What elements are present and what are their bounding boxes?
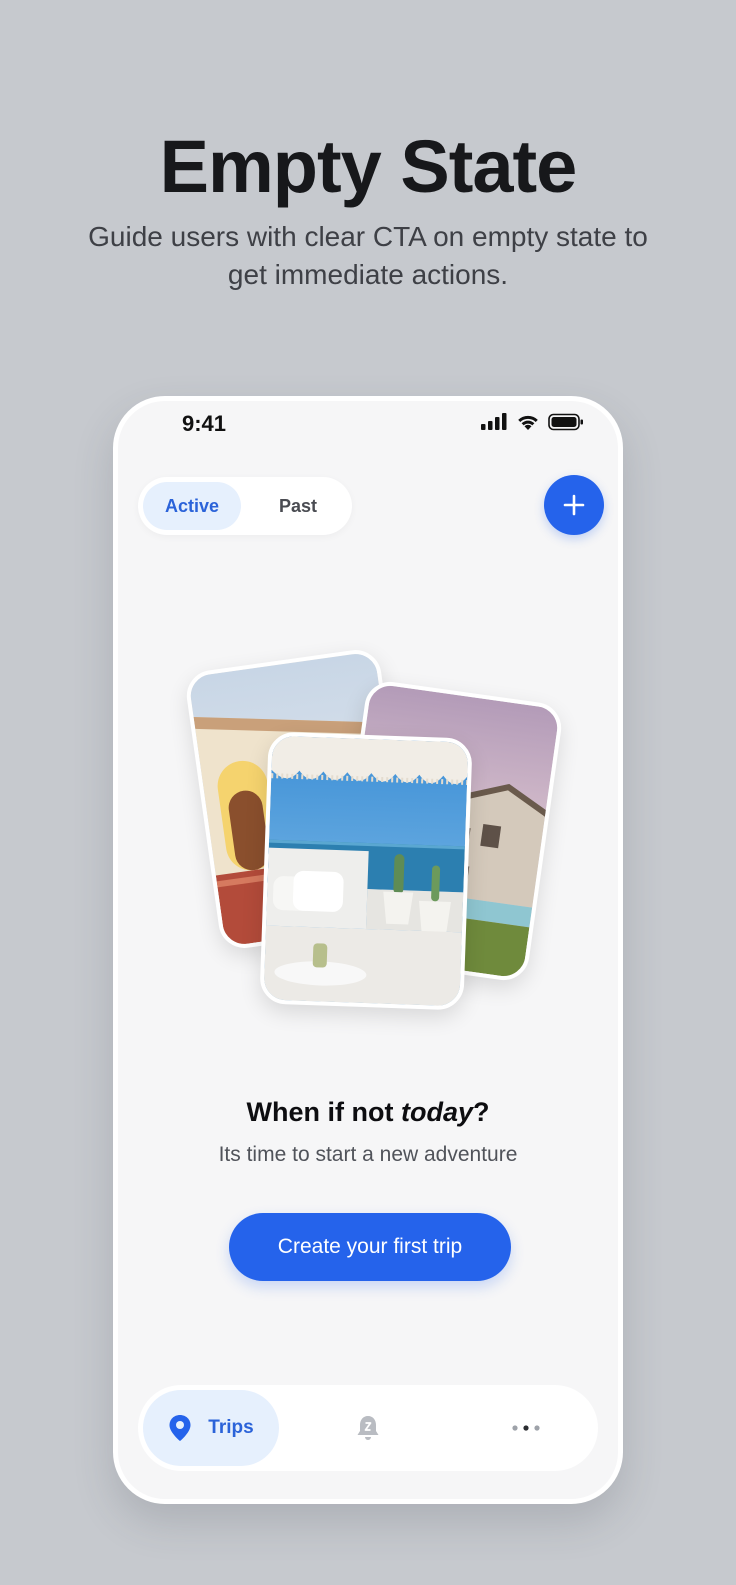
tab-more[interactable] — [488, 1390, 564, 1466]
tab-active[interactable]: Active — [143, 482, 241, 530]
page-subtitle: Guide users with clear CTA on empty stat… — [88, 221, 648, 290]
trip-photo-card-terrace — [259, 731, 473, 1011]
wifi-icon — [518, 415, 538, 430]
trip-filter-segmented: Active Past — [138, 477, 352, 535]
page-title: Empty State — [159, 125, 578, 208]
battery-icon — [548, 413, 583, 431]
tab-past[interactable]: Past — [250, 482, 346, 530]
empty-title-prefix: When if not — [246, 1097, 401, 1127]
tab-trips-label: Trips — [208, 1417, 254, 1438]
phone-frame: 9:41 Active Past When if not today? Its … — [113, 396, 623, 1504]
terrace-photo — [263, 735, 469, 1007]
add-trip-button[interactable] — [544, 475, 604, 535]
bottom-tab-bar: Trips — [138, 1385, 598, 1471]
location-pin-icon — [169, 1415, 191, 1441]
empty-state-subtitle: Its time to start a new adventure — [218, 1143, 518, 1166]
more-dots-icon — [512, 1425, 540, 1431]
empty-title-suffix: ? — [472, 1097, 490, 1127]
signal-icon — [481, 413, 507, 430]
status-icons — [480, 413, 584, 431]
bell-icon — [357, 1416, 379, 1440]
tab-trips[interactable]: Trips — [143, 1390, 279, 1466]
create-first-trip-button[interactable]: Create your first trip — [229, 1213, 511, 1281]
empty-title-emphasis: today — [400, 1097, 473, 1127]
status-time: 9:41 — [182, 411, 227, 436]
empty-state-title: When if not today? — [118, 1097, 618, 1128]
tab-notifications[interactable] — [330, 1390, 406, 1466]
plus-icon — [563, 494, 585, 516]
